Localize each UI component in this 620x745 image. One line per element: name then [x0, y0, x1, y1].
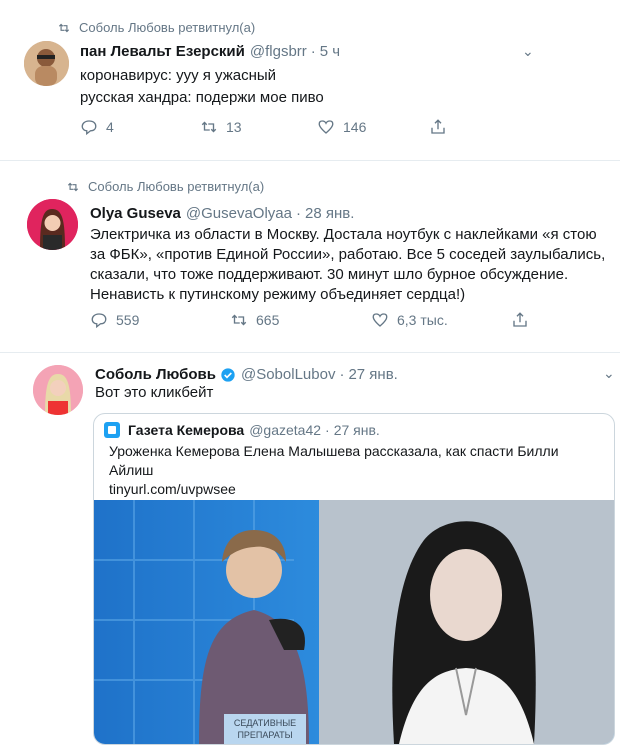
like-count: 6,3 тыс.: [397, 312, 448, 328]
share-button[interactable]: [511, 311, 529, 329]
separator-dot: ·: [339, 366, 345, 383]
separator-dot: ·: [325, 422, 330, 438]
tweet-header: Соболь Любовь @SobolLubov · 27 янв.: [95, 366, 398, 383]
retweet-button[interactable]: 13: [200, 118, 317, 136]
tweet-line: Ненависть к путинскому режиму объединяет…: [90, 286, 466, 303]
author-name[interactable]: Olya Guseva: [90, 205, 181, 222]
tweet-actions: 4 13 146: [80, 118, 447, 136]
tweet-line: за ФБК», «против Единой России», работаю…: [90, 246, 606, 263]
like-count: 146: [343, 119, 367, 135]
author-handle[interactable]: @SobolLubov: [241, 366, 335, 383]
heart-icon: [318, 120, 334, 134]
reply-icon: [91, 313, 107, 329]
verified-badge-icon: [221, 367, 235, 382]
author-handle[interactable]: @GusevaOlyaa: [186, 205, 292, 222]
divider: [0, 160, 620, 161]
reply-count: 559: [116, 312, 140, 328]
separator-dot: ·: [310, 43, 316, 60]
tweet-text: Электричка из области в Москву. Достала …: [90, 225, 615, 305]
separator-dot: ·: [296, 205, 301, 222]
quoted-tweet-card[interactable]: Газета Кемерова @gazeta42 · 27 янв. Урож…: [93, 413, 615, 745]
tweet-actions: 559 665 6,3 тыс.: [90, 311, 529, 329]
retweet-icon: [67, 182, 79, 191]
image-caption-line: СЕДАТИВНЫЕ: [234, 718, 296, 728]
retweet-icon: [58, 23, 70, 32]
newspaper-logo-icon: [104, 422, 120, 438]
quoted-line: Уроженка Кемерова Елена Малышева рассказ…: [109, 443, 559, 459]
quoted-timestamp: 27 янв.: [333, 422, 380, 438]
like-button[interactable]: 6,3 тыс.: [371, 311, 511, 329]
chevron-down-icon[interactable]: ⌄: [522, 43, 534, 60]
retweet-count: 665: [256, 312, 280, 328]
retweet-button[interactable]: 665: [230, 311, 371, 329]
timestamp[interactable]: 27 янв.: [348, 366, 397, 383]
like-button[interactable]: 146: [317, 118, 429, 136]
quoted-author-name[interactable]: Газета Кемерова: [128, 422, 244, 438]
avatar[interactable]: [33, 365, 83, 415]
quoted-tweet-header: Газета Кемерова @gazeta42 · 27 янв.: [104, 422, 380, 438]
author-name[interactable]: Соболь Любовь: [95, 366, 216, 383]
chevron-down-icon[interactable]: ⌄: [603, 365, 615, 382]
retweet-icon: [201, 121, 217, 133]
tweet-line: коронавирус: ууу я ужасный: [80, 67, 277, 84]
quoted-line: Айлиш: [109, 462, 154, 478]
retweet-count: 13: [226, 119, 242, 135]
tweet-line: сказали, что тоже поддерживают. 30 минут…: [90, 266, 569, 283]
tweet-line: русская хандра: подержи мое пиво: [80, 89, 324, 106]
reply-icon: [81, 120, 97, 136]
retweet-label[interactable]: Соболь Любовь ретвитнул(а): [79, 20, 255, 35]
share-icon: [431, 119, 445, 134]
share-icon: [513, 312, 527, 327]
avatar[interactable]: [27, 199, 78, 250]
tweet-2[interactable]: Соболь Любовь ретвитнул(а) Olya Guseva @…: [0, 168, 620, 343]
retweet-indicator: Соболь Любовь ретвитнул(а): [66, 179, 264, 194]
tweet-text: коронавирус: ууу я ужасный русская хандр…: [80, 66, 324, 108]
timestamp[interactable]: 5 ч: [320, 43, 340, 60]
retweet-label[interactable]: Соболь Любовь ретвитнул(а): [88, 179, 264, 194]
tweet-text: Вот это кликбейт: [95, 384, 214, 401]
reply-button[interactable]: 4: [80, 118, 200, 136]
share-button[interactable]: [429, 118, 447, 136]
quoted-link[interactable]: tinyurl.com/uvpwsee: [109, 481, 236, 497]
retweet-icon: [231, 314, 247, 326]
retweet-indicator: Соболь Любовь ретвитнул(а): [57, 20, 255, 35]
author-name[interactable]: пан Левальт Езерский: [80, 43, 245, 60]
quoted-author-handle[interactable]: @gazeta42: [249, 422, 321, 438]
quoted-tweet-image[interactable]: СЕДАТИВНЫЕ ПРЕПАРАТЫ: [94, 500, 614, 744]
tweet-1[interactable]: Соболь Любовь ретвитнул(а) пан Левальт Е…: [0, 0, 620, 150]
reply-count: 4: [106, 119, 114, 135]
reply-button[interactable]: 559: [90, 311, 230, 329]
quoted-tweet-text: Уроженка Кемерова Елена Малышева рассказ…: [109, 442, 609, 480]
timestamp[interactable]: 28 янв.: [305, 205, 354, 222]
author-handle[interactable]: @flgsbrr: [250, 43, 307, 60]
tweet-header: Olya Guseva @GusevaOlyaa · 28 янв.: [90, 205, 354, 222]
heart-icon: [372, 313, 388, 327]
tweet-header: пан Левальт Езерский @flgsbrr · 5 ч: [80, 43, 340, 60]
tweet-line: Электричка из области в Москву. Достала …: [90, 226, 597, 243]
image-caption-line: ПРЕПАРАТЫ: [237, 730, 292, 740]
avatar[interactable]: [24, 41, 69, 86]
